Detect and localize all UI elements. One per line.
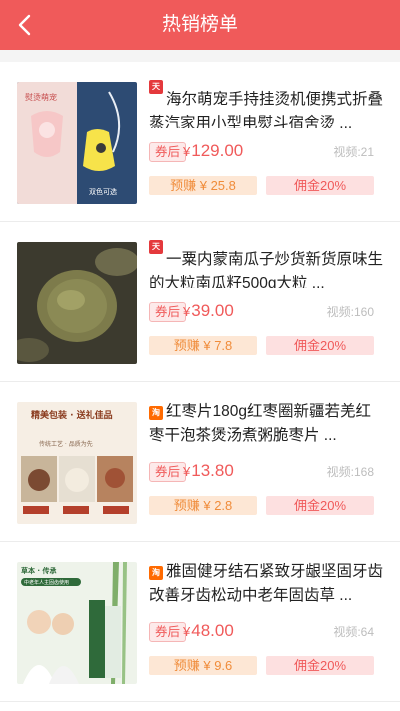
product-title[interactable]: 淘红枣片180g红枣圈新疆若羌红枣干泡茶煲汤煮粥脆枣片 ...	[149, 400, 384, 448]
commission-badge: 佣金20%	[266, 496, 374, 515]
product-title[interactable]: 天猫 海尔萌宠手持挂烫机便携式折叠蒸汽家用小型电熨斗宿舍烫 ...	[149, 80, 384, 128]
coupon-badge: 券后	[149, 142, 187, 162]
product-image[interactable]: 熨烫萌宠 双色可选	[17, 82, 137, 204]
price: ¥13.80	[183, 461, 234, 480]
image-caption: 熨烫萌宠	[25, 92, 57, 102]
product-title[interactable]: 天猫 一粟内蒙南瓜子炒货新货原味生的大粒南瓜籽500g大粒 ...	[149, 240, 384, 288]
product-image[interactable]: 草本 · 传承 中老年人主固齿使用	[17, 562, 137, 684]
image-caption: 传统工艺 · 品质为先	[39, 440, 93, 448]
earn-estimate-badge: 预赚 ¥ 25.8	[149, 176, 257, 195]
earn-estimate-badge: 预赚 ¥ 7.8	[149, 336, 257, 355]
product-item[interactable]: 草本 · 传承 中老年人主固齿使用 淘雅固健牙结石紧致牙龈坚固牙齿改善牙齿松动中…	[0, 542, 400, 702]
tmall-icon: 天猫	[149, 240, 163, 265]
earn-estimate-badge: 预赚 ¥ 2.8	[149, 496, 257, 515]
image-caption: 草本 · 传承	[21, 566, 57, 575]
image-caption: 中老年人主固齿使用	[24, 579, 69, 586]
price: ¥39.00	[183, 301, 234, 320]
taobao-icon: 淘	[149, 406, 163, 420]
coupon-badge: 券后	[149, 462, 187, 482]
product-image[interactable]: 精美包装 · 送礼佳品 传统工艺 · 品质为先	[17, 402, 137, 524]
page-title: 热销榜单	[161, 14, 238, 35]
product-item[interactable]: 天猫 一粟内蒙南瓜子炒货新货原味生的大粒南瓜籽500g大粒 ... 券后 ¥39.…	[0, 222, 400, 382]
product-item[interactable]: 熨烫萌宠 双色可选 天猫 海尔萌宠手持挂烫机便携式折叠蒸汽家用小型电熨斗宿舍烫 .…	[0, 62, 400, 222]
video-count: 视频:168	[326, 465, 374, 479]
coupon-badge: 券后	[149, 622, 187, 642]
image-caption: 精美包装 · 送礼佳品	[31, 409, 113, 421]
top-bar: 热销榜单	[0, 0, 400, 50]
product-image[interactable]	[17, 242, 137, 364]
price: ¥48.00	[183, 621, 234, 640]
commission-badge: 佣金20%	[266, 176, 374, 195]
commission-badge: 佣金20%	[266, 336, 374, 355]
product-title[interactable]: 淘雅固健牙结石紧致牙龈坚固牙齿改善牙齿松动中老年固齿草 ...	[149, 560, 384, 608]
tmall-icon: 天猫	[149, 80, 163, 105]
taobao-icon: 淘	[149, 566, 163, 580]
product-list[interactable]: 熨烫萌宠 双色可选 天猫 海尔萌宠手持挂烫机便携式折叠蒸汽家用小型电熨斗宿舍烫 .…	[0, 62, 400, 711]
price: ¥129.00	[183, 141, 244, 160]
commission-badge: 佣金20%	[266, 656, 374, 675]
coupon-badge: 券后	[149, 302, 187, 322]
video-count: 视频:160	[326, 305, 374, 319]
video-count: 视频:21	[333, 145, 374, 159]
product-item[interactable]: 精美包装 · 送礼佳品 传统工艺 · 品质为先 淘红枣片180g红枣圈新疆若羌红…	[0, 382, 400, 542]
earn-estimate-badge: 预赚 ¥ 9.6	[149, 656, 257, 675]
image-caption: 双色可选	[89, 187, 117, 196]
video-count: 视频:64	[333, 625, 374, 639]
